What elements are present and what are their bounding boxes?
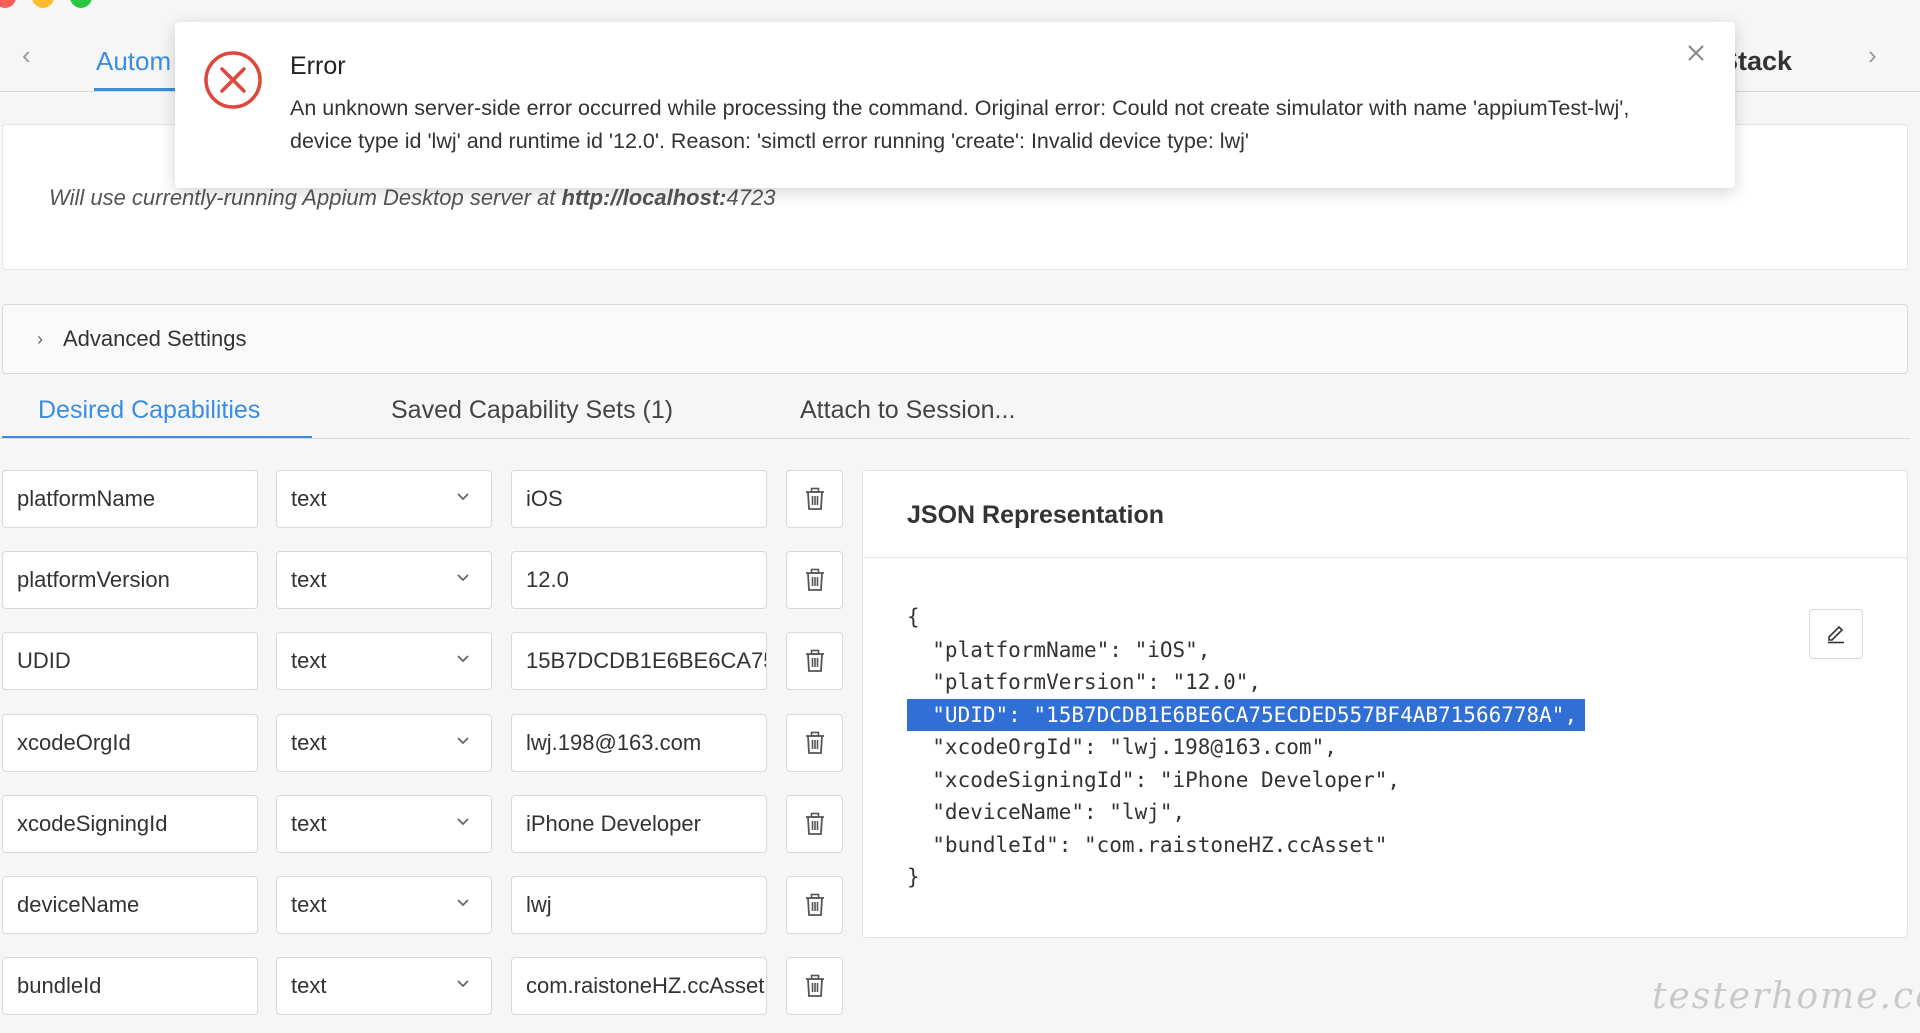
capability-name-input[interactable]: bundleId bbox=[2, 957, 258, 1016]
error-message: An unknown server-side error occurred wh… bbox=[290, 96, 1630, 153]
tabs-scroll-right-icon[interactable]: › bbox=[1868, 40, 1877, 71]
json-line-row: { bbox=[907, 601, 1585, 634]
capability-row: UDID text 15B7DCDB1E6BE6CA75ECDED557BF4AB7… bbox=[0, 632, 850, 691]
capability-value-input[interactable]: lwj.198@163.com bbox=[511, 713, 767, 772]
capability-row: platformName text iOS bbox=[0, 470, 850, 528]
error-title: Error bbox=[290, 52, 346, 80]
tabs-scroll-left-icon[interactable]: ‹ bbox=[22, 40, 31, 71]
capability-name-input[interactable]: platformName bbox=[2, 470, 258, 528]
trash-icon bbox=[805, 568, 824, 592]
json-line: } bbox=[907, 865, 920, 889]
capability-type-value: text bbox=[291, 892, 327, 917]
capability-value-input[interactable]: iOS bbox=[511, 470, 767, 528]
json-panel-divider bbox=[863, 557, 1909, 558]
chevron-right-icon: › bbox=[37, 328, 43, 349]
json-line-row: "platformVersion": "12.0", bbox=[907, 666, 1585, 699]
chevron-down-icon bbox=[457, 899, 469, 907]
capability-type-value: text bbox=[291, 973, 327, 999]
tab-attach-to-session[interactable]: Attach to Session... bbox=[800, 396, 1015, 425]
trash-icon bbox=[805, 731, 824, 754]
capability-value-input[interactable]: com.raistoneHZ.ccAsset bbox=[511, 957, 767, 1016]
capability-type-select[interactable]: text bbox=[276, 713, 492, 772]
capability-row: deviceName text lwj bbox=[0, 876, 850, 934]
capability-type-select[interactable]: text bbox=[276, 794, 492, 853]
capability-row: xcodeSigningId text iPhone Developer bbox=[0, 794, 850, 853]
capability-name-input[interactable]: platformVersion bbox=[2, 551, 258, 610]
delete-capability-button[interactable] bbox=[786, 470, 843, 528]
trash-icon bbox=[805, 974, 824, 998]
chevron-down-icon bbox=[457, 655, 469, 663]
capability-name-input[interactable]: xcodeSigningId bbox=[2, 794, 258, 853]
json-line-row: "xcodeOrgId": "lwj.198@163.com", bbox=[907, 731, 1585, 764]
json-representation-panel: JSON Representation { "platformName": "i… bbox=[862, 470, 1909, 938]
capability-name-input[interactable]: xcodeOrgId bbox=[2, 713, 258, 772]
capability-value-input[interactable]: lwj bbox=[511, 876, 767, 934]
advanced-settings-toggle[interactable]: › Advanced Settings bbox=[2, 304, 1908, 374]
json-line-row: "UDID": "15B7DCDB1E6BE6CA75ECDED557BF4AB… bbox=[907, 698, 1586, 731]
error-circle-icon bbox=[204, 51, 262, 109]
capability-value-input[interactable]: iPhone Developer bbox=[511, 794, 767, 853]
capability-type-select[interactable]: text bbox=[276, 876, 492, 934]
capability-row: xcodeOrgId text lwj.198@163.com bbox=[0, 713, 850, 772]
capability-type-value: text bbox=[291, 486, 327, 511]
delete-capability-button[interactable] bbox=[786, 957, 843, 1016]
chevron-down-icon bbox=[457, 980, 469, 988]
json-line: "xcodeOrgId": "lwj.198@163.com", bbox=[907, 735, 1337, 759]
error-notification: Error An unknown server-side error occur… bbox=[175, 22, 1735, 188]
tab-automatic-server[interactable]: Autom bbox=[96, 46, 171, 77]
advanced-settings-label: Advanced Settings bbox=[63, 326, 247, 351]
trash-icon bbox=[805, 812, 824, 835]
capability-type-select[interactable]: text bbox=[276, 470, 492, 528]
close-icon[interactable] bbox=[1685, 42, 1707, 64]
trash-icon bbox=[805, 893, 824, 916]
trash-icon bbox=[805, 487, 824, 510]
json-line-row: "xcodeSigningId": "iPhone Developer", bbox=[907, 764, 1585, 797]
json-line: "bundleId": "com.raistoneHZ.ccAsset" bbox=[907, 832, 1388, 857]
delete-capability-button[interactable] bbox=[786, 551, 843, 610]
json-line: "platformVersion": "12.0", bbox=[907, 670, 1262, 694]
capability-row: platformVersion text 12.0 bbox=[0, 551, 850, 610]
edit-json-button[interactable] bbox=[1809, 609, 1863, 659]
capability-name-input[interactable]: deviceName bbox=[2, 876, 258, 934]
json-line: "xcodeSigningId": "iPhone Developer", bbox=[907, 767, 1401, 792]
delete-capability-button[interactable] bbox=[786, 713, 843, 772]
capability-type-select[interactable]: text bbox=[276, 551, 492, 610]
json-line-row: } bbox=[907, 861, 1585, 894]
json-line-row: "deviceName": "lwj", bbox=[907, 796, 1585, 829]
cap-tabs-divider bbox=[0, 438, 1910, 439]
watermark: testerhome.com bbox=[1652, 976, 1920, 1017]
capability-tabs: Desired Capabilities Saved Capability Se… bbox=[0, 384, 1910, 440]
tab-desired-capabilities[interactable]: Desired Capabilities bbox=[38, 396, 260, 425]
server-info-text: Will use currently-running Appium Deskto… bbox=[49, 185, 776, 210]
chevron-down-icon bbox=[457, 818, 469, 826]
json-code-block[interactable]: { "platformName": "iOS", "platformVersio… bbox=[907, 601, 1586, 894]
json-line: { bbox=[907, 605, 920, 629]
capability-name-input[interactable]: UDID bbox=[2, 632, 258, 691]
delete-capability-button[interactable] bbox=[786, 876, 843, 934]
capability-type-value: text bbox=[291, 810, 327, 836]
json-line: "deviceName": "lwj", bbox=[907, 800, 1186, 824]
capability-type-select[interactable]: text bbox=[276, 632, 492, 691]
delete-capability-button[interactable] bbox=[786, 632, 843, 691]
capability-type-value: text bbox=[291, 648, 327, 674]
pencil-icon bbox=[1828, 625, 1844, 644]
json-line: "platformName": "iOS", bbox=[907, 637, 1211, 662]
capability-type-value: text bbox=[291, 729, 327, 755]
delete-capability-button[interactable] bbox=[786, 794, 843, 853]
chevron-down-icon bbox=[457, 493, 469, 501]
capability-type-value: text bbox=[291, 567, 327, 593]
capability-row: bundleId text com.raistoneHZ.ccAsset bbox=[0, 957, 850, 1016]
chevron-down-icon bbox=[457, 574, 469, 582]
json-line-selected: "UDID": "15B7DCDB1E6BE6CA75ECDED557BF4AB… bbox=[907, 698, 1586, 731]
json-panel-title: JSON Representation bbox=[907, 501, 1165, 529]
json-line-row: "platformName": "iOS", bbox=[907, 634, 1585, 667]
capability-value-input[interactable]: 12.0 bbox=[511, 551, 767, 610]
capability-value-input[interactable]: 15B7DCDB1E6BE6CA75ECDED557BF4AB71566778A bbox=[511, 632, 767, 691]
json-line-row: "bundleId": "com.raistoneHZ.ccAsset" bbox=[907, 829, 1585, 862]
capability-type-select[interactable]: text bbox=[276, 957, 492, 1016]
tab-saved-capability-sets[interactable]: Saved Capability Sets (1) bbox=[391, 396, 673, 425]
chevron-down-icon bbox=[457, 736, 469, 744]
trash-icon bbox=[805, 650, 824, 673]
